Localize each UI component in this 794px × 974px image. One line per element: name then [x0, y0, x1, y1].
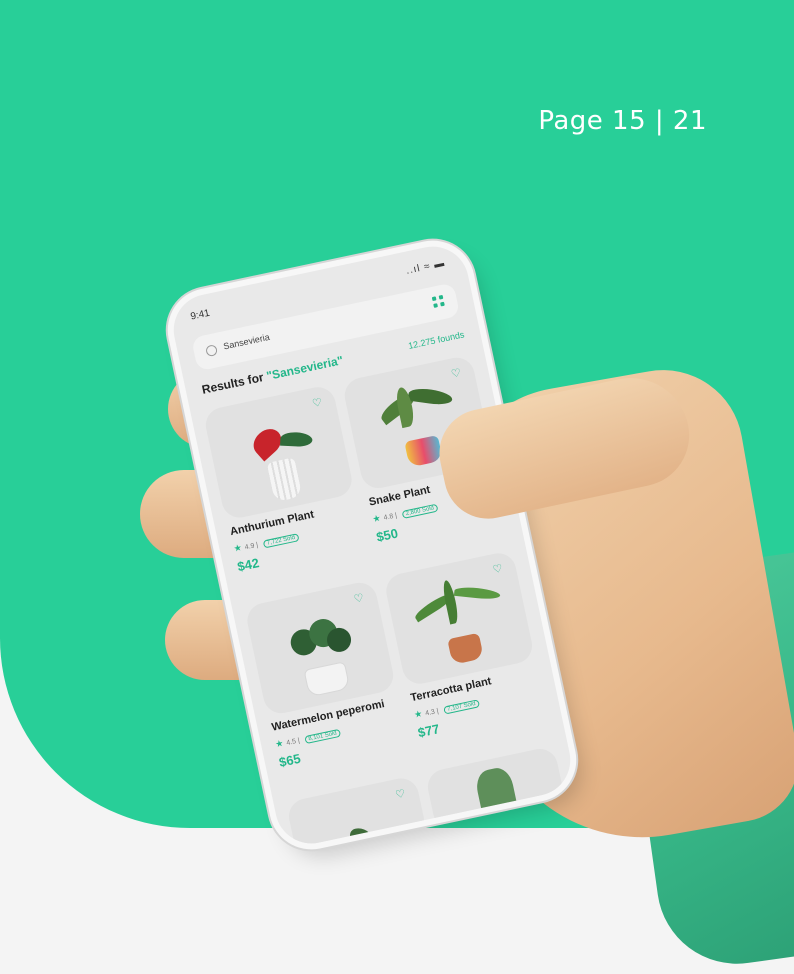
status-time: 9:41: [189, 307, 211, 323]
heart-icon[interactable]: ♡: [449, 367, 463, 381]
product-card[interactable]: ♡ Terracotta plant ★4.3 | 7,107 Sold $77: [382, 549, 552, 763]
product-price: $65: [277, 750, 302, 770]
product-price: $77: [416, 721, 441, 741]
sold-badge: 2,800 Sold: [401, 503, 439, 520]
leaf: [348, 825, 375, 851]
star-icon: ★: [274, 737, 285, 750]
results-count: 12.275 founds: [407, 329, 466, 351]
product-card[interactable]: ♡ Watermelon peperomi ★4.5 | 8,101 Sold …: [244, 579, 413, 793]
product-card[interactable]: ♡ Anthurium Plant ★4.9 | 7,722 Sold $42: [202, 383, 372, 597]
patterned-pot: [404, 434, 443, 468]
leaf: [407, 386, 454, 407]
status-indicators-icon: ..ıl ≈ ▬: [405, 257, 447, 277]
white-pot: [266, 457, 303, 503]
page-number: Page 15 | 21: [538, 106, 707, 136]
heart-icon[interactable]: ♡: [352, 592, 366, 606]
search-icon: [205, 344, 219, 358]
heart-icon[interactable]: ♡: [310, 396, 324, 410]
terracotta-pot: [447, 632, 484, 665]
heart-icon[interactable]: ♡: [491, 562, 505, 576]
star-icon: ★: [413, 708, 424, 720]
sold-badge: 8,101 Sold: [303, 728, 342, 745]
white-pot: [303, 661, 351, 698]
filter-icon[interactable]: [431, 294, 446, 309]
product-image: [202, 383, 355, 521]
star-icon: ★: [371, 512, 382, 525]
heart-icon[interactable]: ♡: [393, 787, 407, 802]
sold-badge: 7,107 Sold: [442, 699, 481, 715]
leaf: [280, 431, 313, 448]
leaf: [453, 585, 501, 601]
sold-badge: 7,722 Sold: [262, 533, 300, 549]
star-icon: ★: [232, 542, 243, 554]
product-image: [244, 579, 397, 717]
product-price: $50: [374, 525, 400, 545]
product-image: [382, 549, 536, 687]
product-price: $42: [236, 555, 261, 575]
search-value: Sansevieria: [222, 331, 271, 352]
